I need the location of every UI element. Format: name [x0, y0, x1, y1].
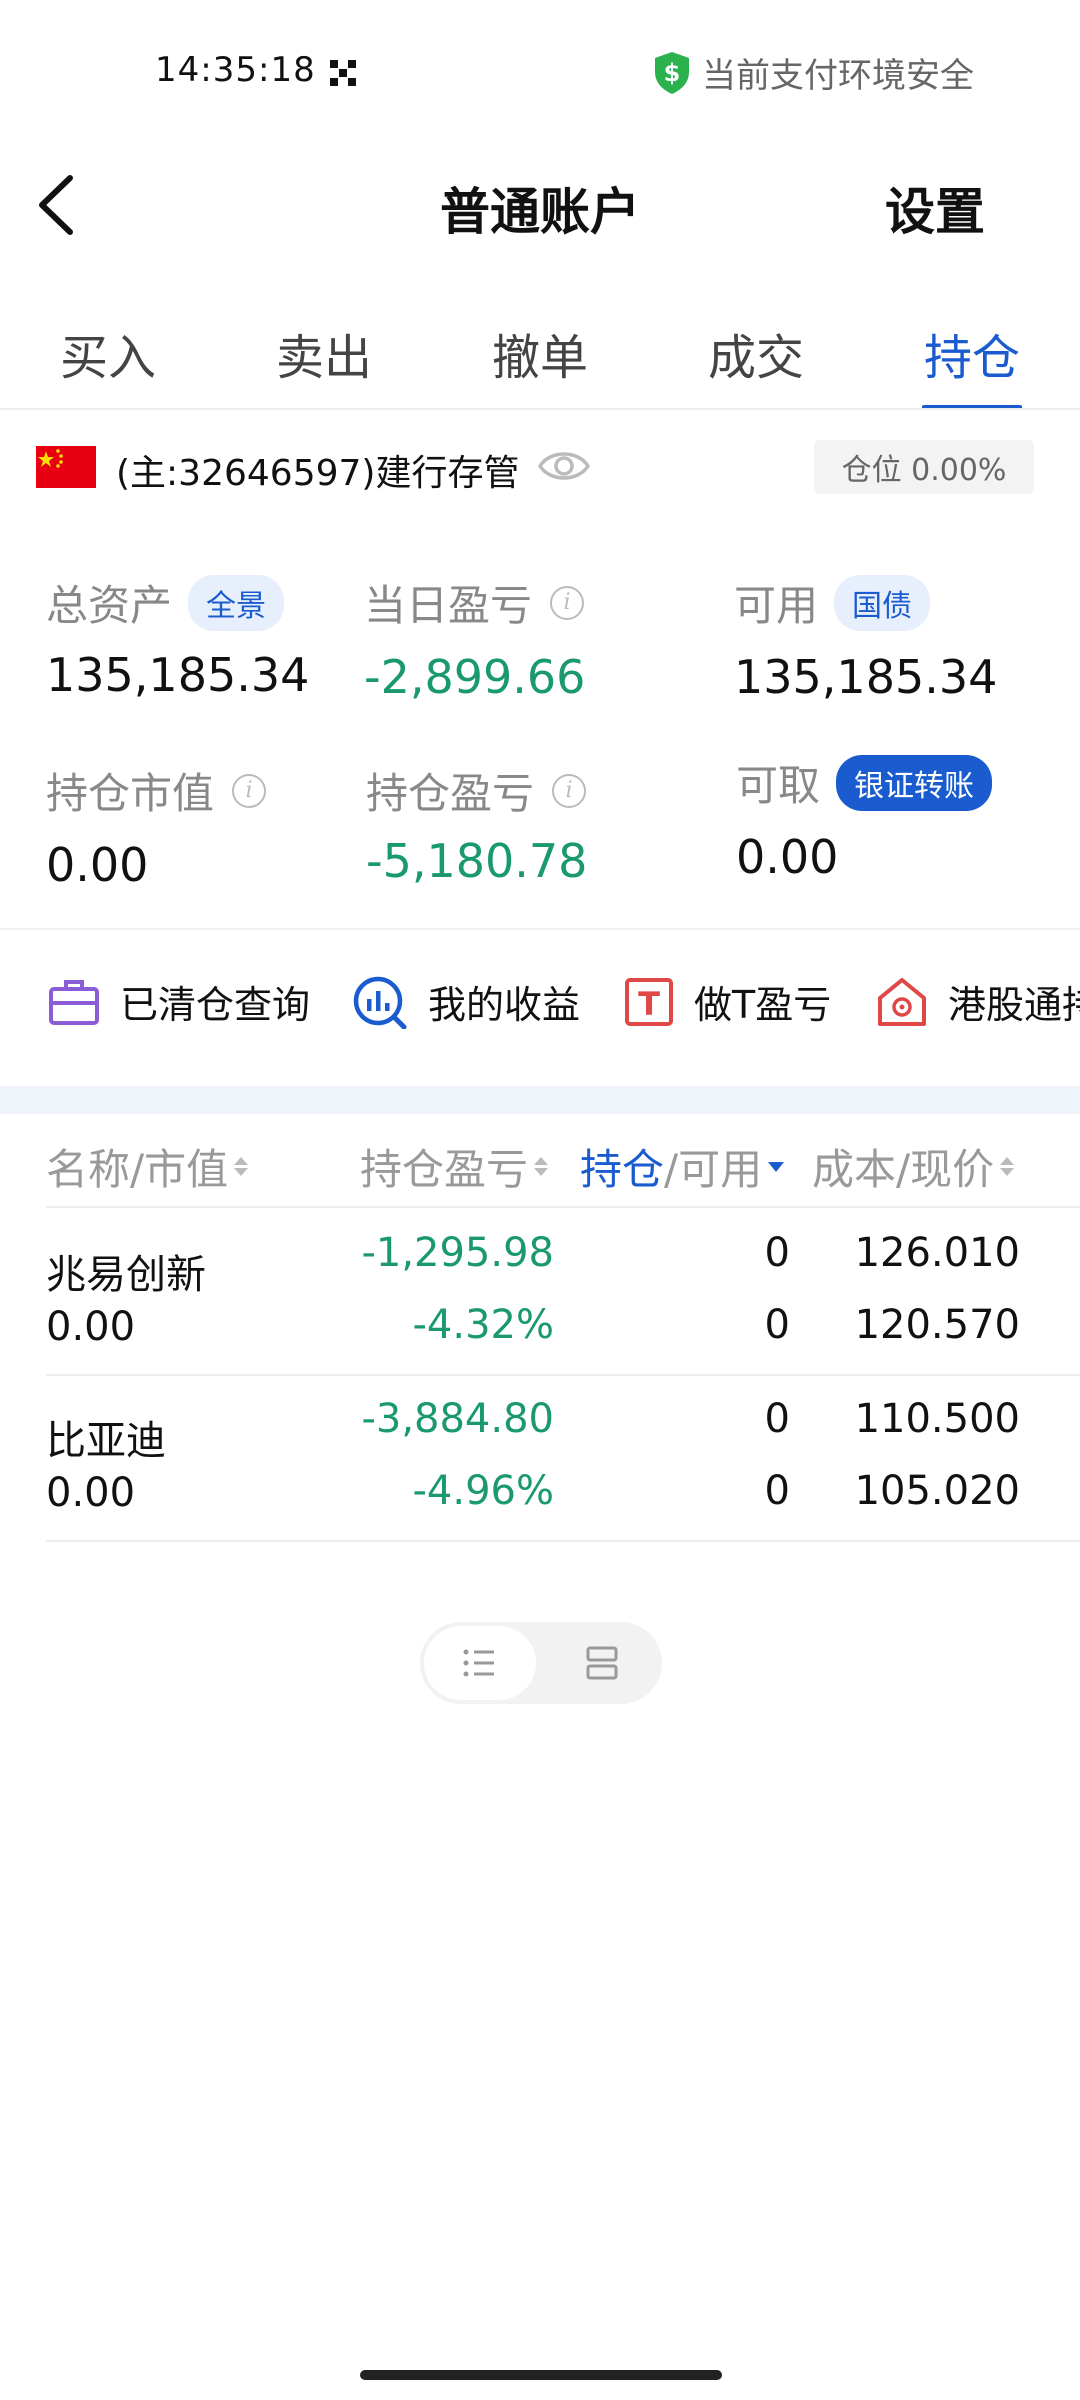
- available-qty: 0: [764, 1468, 790, 1514]
- shortcut-label: 港股通持: [948, 983, 1080, 1027]
- overview-badge[interactable]: 全景: [188, 574, 285, 631]
- header-name-value[interactable]: 名称/市值: [46, 1136, 249, 1197]
- hk-house-icon: [878, 977, 926, 1026]
- eye-icon[interactable]: [536, 444, 592, 488]
- divider: [0, 408, 1080, 410]
- holding-pnl: -3,884.80: [361, 1396, 554, 1442]
- available-label: 可用: [734, 581, 819, 630]
- cost-price: 110.500: [854, 1396, 1020, 1442]
- holding-qty: 0: [764, 1396, 790, 1442]
- cleared-positions-shortcut[interactable]: 已清仓查询: [48, 974, 310, 1029]
- withdrawable-label-row: 可取 银证转账: [736, 752, 993, 813]
- available-label-row: 可用 国债: [734, 572, 931, 633]
- current-price: 120.570: [854, 1302, 1020, 1348]
- holding-pnl-label: 持仓盈亏: [366, 769, 535, 818]
- hk-connect-shortcut[interactable]: 港股通持: [876, 974, 1080, 1029]
- trade-tabs: 买入 卖出 撤单 成交 持仓: [0, 310, 1080, 410]
- current-price: 105.020: [854, 1468, 1020, 1514]
- holding-pnl: -1,295.98: [361, 1230, 554, 1276]
- card-view-icon: [586, 1646, 618, 1680]
- withdrawable-value: 0.00: [736, 830, 839, 884]
- treasury-bond-badge[interactable]: 国债: [834, 574, 931, 631]
- holding-value-label-row: 持仓市值 i: [46, 760, 267, 821]
- settings-button[interactable]: 设置: [885, 172, 985, 244]
- holding-pnl-pct: -4.96%: [412, 1468, 554, 1514]
- available-value: 135,185.34: [734, 650, 998, 704]
- table-row[interactable]: 比亚迪 0.00 -3,884.80 -4.96% 0 0 110.500 10…: [0, 1376, 1080, 1538]
- divider: [0, 928, 1080, 930]
- available-qty: 0: [764, 1302, 790, 1348]
- briefcase-icon: [49, 979, 99, 1025]
- holding-value-value: 0.00: [46, 838, 149, 892]
- shield-dollar-icon: $: [655, 51, 689, 94]
- info-icon[interactable]: i: [232, 773, 267, 808]
- sort-icon: [1000, 1157, 1015, 1176]
- shortcut-label: 做T盈亏: [694, 983, 832, 1027]
- svg-text:T: T: [638, 985, 660, 1023]
- svg-text:$: $: [664, 59, 681, 87]
- position-ratio-badge: 仓位 0.00%: [814, 440, 1034, 494]
- header-cost-price[interactable]: 成本/现价: [812, 1136, 1015, 1197]
- header-label: 持仓: [580, 1145, 665, 1194]
- bank-transfer-button[interactable]: 银证转账: [836, 754, 993, 811]
- sort-icon: [234, 1157, 249, 1176]
- stock-name: 兆易创新: [46, 1252, 206, 1298]
- secure-text: 当前支付环境安全: [702, 56, 974, 96]
- t-trade-pnl-shortcut[interactable]: T 做T盈亏: [624, 974, 831, 1029]
- tab-buy[interactable]: 买入: [0, 310, 216, 410]
- daily-pnl-value: -2,899.66: [364, 650, 586, 704]
- shortcut-label: 我的收益: [428, 983, 581, 1027]
- tab-cancel[interactable]: 撤单: [432, 310, 648, 410]
- card-view-button[interactable]: [546, 1626, 658, 1700]
- sort-icon: [534, 1157, 549, 1176]
- shortcut-label: 已清仓查询: [120, 983, 311, 1027]
- total-assets-value: 135,185.34: [46, 648, 310, 702]
- divider: [46, 1540, 1080, 1542]
- header-label: /可用: [664, 1145, 763, 1194]
- list-view-button[interactable]: [424, 1626, 536, 1700]
- info-icon[interactable]: i: [552, 773, 587, 808]
- daily-pnl-label-row: 当日盈亏 i: [364, 572, 585, 633]
- secure-payment-indicator: $ 当前支付环境安全: [652, 48, 974, 97]
- tab-filled[interactable]: 成交: [648, 310, 864, 410]
- holding-pnl-label-row: 持仓盈亏 i: [366, 760, 587, 821]
- china-flag-icon: [36, 446, 96, 488]
- sort-down-icon: [768, 1161, 785, 1172]
- header-hold-avail[interactable]: 持仓 /可用: [580, 1136, 785, 1197]
- withdrawable-label: 可取: [736, 761, 821, 810]
- header-label: 成本/现价: [812, 1145, 995, 1194]
- status-time: 14:35:18: [155, 50, 316, 90]
- total-assets-label-row: 总资产 全景: [46, 572, 285, 633]
- market-value: 0.00: [46, 1470, 136, 1516]
- daily-pnl-label: 当日盈亏: [364, 581, 533, 630]
- section-separator: [0, 1086, 1080, 1114]
- header-label: 名称/市值: [46, 1145, 229, 1194]
- holding-qty: 0: [764, 1230, 790, 1276]
- my-earnings-shortcut[interactable]: 我的收益: [352, 974, 580, 1029]
- tab-sell[interactable]: 卖出: [216, 310, 432, 410]
- header-pnl[interactable]: 持仓盈亏: [360, 1136, 549, 1197]
- holding-pnl-pct: -4.32%: [412, 1302, 554, 1348]
- chart-search-icon: [353, 976, 407, 1029]
- table-row[interactable]: 兆易创新 0.00 -1,295.98 -4.32% 0 0 126.010 1…: [0, 1208, 1080, 1374]
- cost-price: 126.010: [854, 1230, 1020, 1276]
- stock-name: 比亚迪: [46, 1418, 166, 1464]
- t-box-icon: T: [625, 977, 673, 1026]
- list-icon: [463, 1649, 494, 1677]
- total-assets-label: 总资产: [46, 581, 173, 630]
- holding-pnl-value: -5,180.78: [366, 834, 588, 888]
- header-label: 持仓盈亏: [360, 1145, 529, 1194]
- home-indicator[interactable]: [360, 2370, 722, 2380]
- notification-icon: [330, 60, 356, 86]
- market-value: 0.00: [46, 1304, 136, 1350]
- account-label[interactable]: (主:32646597)建行存管: [116, 444, 519, 496]
- tab-positions[interactable]: 持仓: [864, 310, 1080, 410]
- info-icon[interactable]: i: [550, 585, 585, 620]
- holding-value-label: 持仓市值: [46, 769, 215, 818]
